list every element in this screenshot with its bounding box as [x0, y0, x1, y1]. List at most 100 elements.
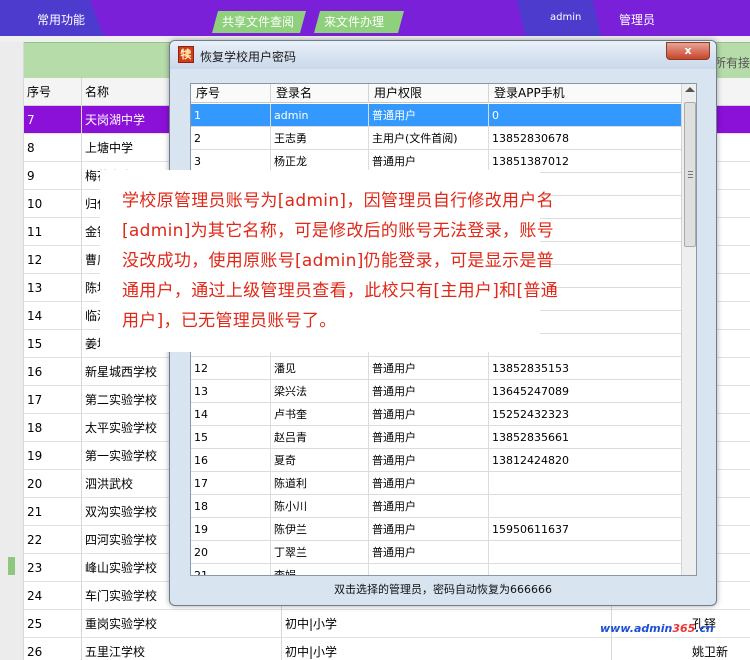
- user-row[interactable]: 16 夏奇 普通用户 13812424820: [191, 449, 681, 472]
- dialog-title: 恢复学校用户密码: [200, 50, 297, 64]
- user-cell-app-phone: 0: [492, 109, 499, 122]
- school-cell-type: 初中|小学: [282, 610, 612, 638]
- school-cell-index: 15: [24, 330, 82, 358]
- scroll-thumb[interactable]: [684, 102, 696, 247]
- user-row[interactable]: 20 丁翠兰 普通用户: [191, 541, 681, 564]
- user-row[interactable]: 12 潘见 普通用户 13852835153: [191, 357, 681, 380]
- current-user-label: admin: [550, 12, 582, 23]
- user-cell-index: 12: [191, 357, 271, 380]
- user-cell-permission: 普通用户: [369, 472, 489, 495]
- user-row[interactable]: 19 陈伊兰 普通用户 15950611637: [191, 518, 681, 541]
- school-cell-index: 23: [24, 554, 82, 582]
- dialog-titlebar[interactable]: 犊 恢复学校用户密码 x: [170, 41, 716, 69]
- school-cell-name: 重岗实验学校: [82, 610, 282, 638]
- scroll-up-arrow-icon[interactable]: [685, 87, 695, 92]
- user-cell-permission: 普通用户: [369, 426, 489, 449]
- user-cell-index: 1: [191, 104, 271, 127]
- user-cell-permission: 普通用户: [369, 104, 489, 127]
- col-app-phone[interactable]: 登录APP手机: [489, 84, 681, 103]
- school-cell-index: 18: [24, 414, 82, 442]
- user-cell-index: 20: [191, 541, 271, 564]
- user-cell-permission: 普通用户: [369, 495, 489, 518]
- gutter-handle[interactable]: [8, 557, 15, 575]
- user-cell-login-name: 陈道利: [271, 472, 369, 495]
- user-cell-login-name: 卢书奎: [271, 403, 369, 426]
- watermark-digits: 365: [672, 622, 696, 635]
- school-cell-index: 7: [24, 106, 82, 134]
- school-cell-index: 16: [24, 358, 82, 386]
- user-cell-login-name: admin: [271, 104, 369, 127]
- school-cell-name: 五里江学校: [82, 638, 282, 660]
- col-index[interactable]: 序号: [191, 84, 271, 103]
- user-cell-app-phone: 13852835153: [492, 362, 569, 375]
- user-row[interactable]: 1 admin 普通用户 0: [191, 104, 681, 127]
- shared-files-button[interactable]: 共享文件查阅: [212, 11, 306, 33]
- user-cell-index: 21: [191, 564, 271, 575]
- user-grid-header: 序号 登录名 用户权限 登录APP手机: [191, 84, 681, 103]
- col-login-name[interactable]: 登录名: [271, 84, 369, 103]
- school-cell-index: 20: [24, 470, 82, 498]
- user-cell-index: 18: [191, 495, 271, 518]
- school-cell-index: 25: [24, 610, 82, 638]
- user-cell-login-name: 夏奇: [271, 449, 369, 472]
- vertical-scrollbar[interactable]: [681, 84, 696, 575]
- incoming-files-button[interactable]: 来文件办理: [314, 11, 404, 33]
- top-nav-bar: 常用功能 共享文件查阅 来文件办理 admin 管理员: [0, 0, 750, 36]
- user-row[interactable]: 17 陈道利 普通用户: [191, 472, 681, 495]
- user-cell-index: 16: [191, 449, 271, 472]
- close-button[interactable]: x: [666, 42, 710, 60]
- annotation-text: 学校原管理员账号为[admin]，因管理员自行修改用户名[admin]为其它名称…: [122, 191, 558, 331]
- user-cell-index: 13: [191, 380, 271, 403]
- user-role-label: 管理员: [619, 13, 656, 27]
- school-cell-type: 初中|小学: [282, 638, 612, 660]
- watermark-prefix: www.admin: [600, 622, 673, 635]
- user-cell-index: 17: [191, 472, 271, 495]
- user-row[interactable]: 21 李娟: [191, 564, 681, 575]
- user-cell-index: 15: [191, 426, 271, 449]
- grip-icon: [688, 171, 693, 178]
- current-user-tab[interactable]: admin: [517, 0, 601, 36]
- school-cell-index: 24: [24, 582, 82, 610]
- school-cell-index: 19: [24, 442, 82, 470]
- school-cell-index: 13: [24, 274, 82, 302]
- user-cell-app-phone: 15252432323: [492, 408, 569, 421]
- user-cell-login-name: 赵吕青: [271, 426, 369, 449]
- school-cell-index: 8: [24, 134, 82, 162]
- school-cell-index: 21: [24, 498, 82, 526]
- user-cell-login-name: 李娟: [271, 564, 369, 575]
- user-cell-permission: 普通用户: [369, 380, 489, 403]
- user-cell-index: 2: [191, 127, 271, 150]
- user-cell-login-name: 潘见: [271, 357, 369, 380]
- user-cell-login-name: 陈小川: [271, 495, 369, 518]
- user-row[interactable]: 14 卢书奎 普通用户 15252432323: [191, 403, 681, 426]
- user-cell-app-phone: [489, 564, 681, 575]
- user-row[interactable]: 18 陈小川 普通用户: [191, 495, 681, 518]
- user-cell-app-phone: 13852835661: [492, 431, 569, 444]
- user-cell-app-phone: [489, 495, 681, 518]
- user-cell-app-phone: 13852830678: [492, 132, 569, 145]
- app-icon: 犊: [178, 46, 194, 63]
- user-row[interactable]: 13 梁兴法 普通用户 13645247089: [191, 380, 681, 403]
- user-cell-app-phone: [489, 472, 681, 495]
- common-functions-tab[interactable]: 常用功能: [0, 0, 104, 36]
- user-cell-permission: [369, 564, 489, 575]
- school-cell-index: 26: [24, 638, 82, 660]
- user-cell-permission: 普通用户: [369, 518, 489, 541]
- school-cell-index: 17: [24, 386, 82, 414]
- header-index: 序号: [24, 78, 82, 106]
- user-cell-login-name: 丁翠兰: [271, 541, 369, 564]
- watermark-suffix: .cn: [695, 622, 714, 635]
- school-table-row[interactable]: 26 五里江学校 初中|小学 姚卫新: [24, 638, 750, 660]
- school-cell-index: 11: [24, 218, 82, 246]
- user-cell-permission: 普通用户: [369, 449, 489, 472]
- site-watermark: www.admin365.cn: [600, 622, 714, 635]
- filter-bar-right-label[interactable]: 所有接: [714, 54, 750, 71]
- user-row[interactable]: 2 王志勇 主用户(文件首阅) 13852830678: [191, 127, 681, 150]
- col-permission[interactable]: 用户权限: [369, 84, 489, 103]
- user-cell-permission: 主用户(文件首阅): [369, 127, 489, 150]
- school-cell-index: 14: [24, 302, 82, 330]
- common-functions-label: 常用功能: [37, 13, 86, 27]
- user-row[interactable]: 15 赵吕青 普通用户 13852835661: [191, 426, 681, 449]
- user-cell-index: 19: [191, 518, 271, 541]
- user-cell-app-phone: 13645247089: [492, 385, 569, 398]
